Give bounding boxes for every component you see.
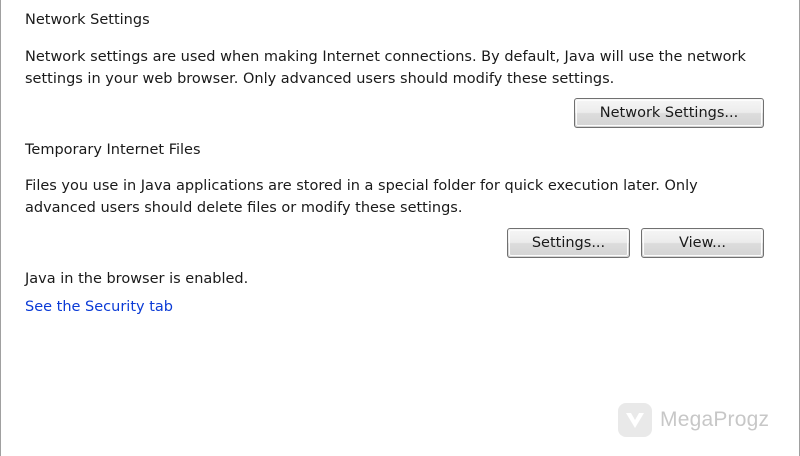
- watermark-text: MegaProgz: [660, 408, 770, 431]
- watermark: MegaProgz: [618, 400, 769, 440]
- settings-button[interactable]: Settings...: [507, 228, 630, 258]
- general-tab-panel: Network Settings Network settings are us…: [0, 0, 800, 456]
- megaprogz-logo-icon: [618, 403, 652, 437]
- java-browser-status-text: Java in the browser is enabled.: [25, 271, 249, 287]
- network-settings-heading: Network Settings: [25, 12, 150, 28]
- network-settings-button[interactable]: Network Settings...: [574, 98, 764, 128]
- temporary-internet-files-heading: Temporary Internet Files: [25, 142, 201, 158]
- temporary-files-description-line1: Files you use in Java applications are s…: [25, 178, 698, 194]
- view-button-label: View...: [679, 235, 726, 251]
- network-settings-description-line2: settings in your web browser. Only advan…: [25, 71, 615, 87]
- temporary-files-description-line2: advanced users should delete files or mo…: [25, 200, 463, 216]
- view-button[interactable]: View...: [641, 228, 764, 258]
- settings-button-label: Settings...: [531, 235, 606, 251]
- network-settings-description-line1: Network settings are used when making In…: [25, 49, 746, 65]
- security-tab-link[interactable]: See the Security tab: [25, 296, 173, 318]
- network-settings-button-label: Network Settings...: [599, 105, 739, 121]
